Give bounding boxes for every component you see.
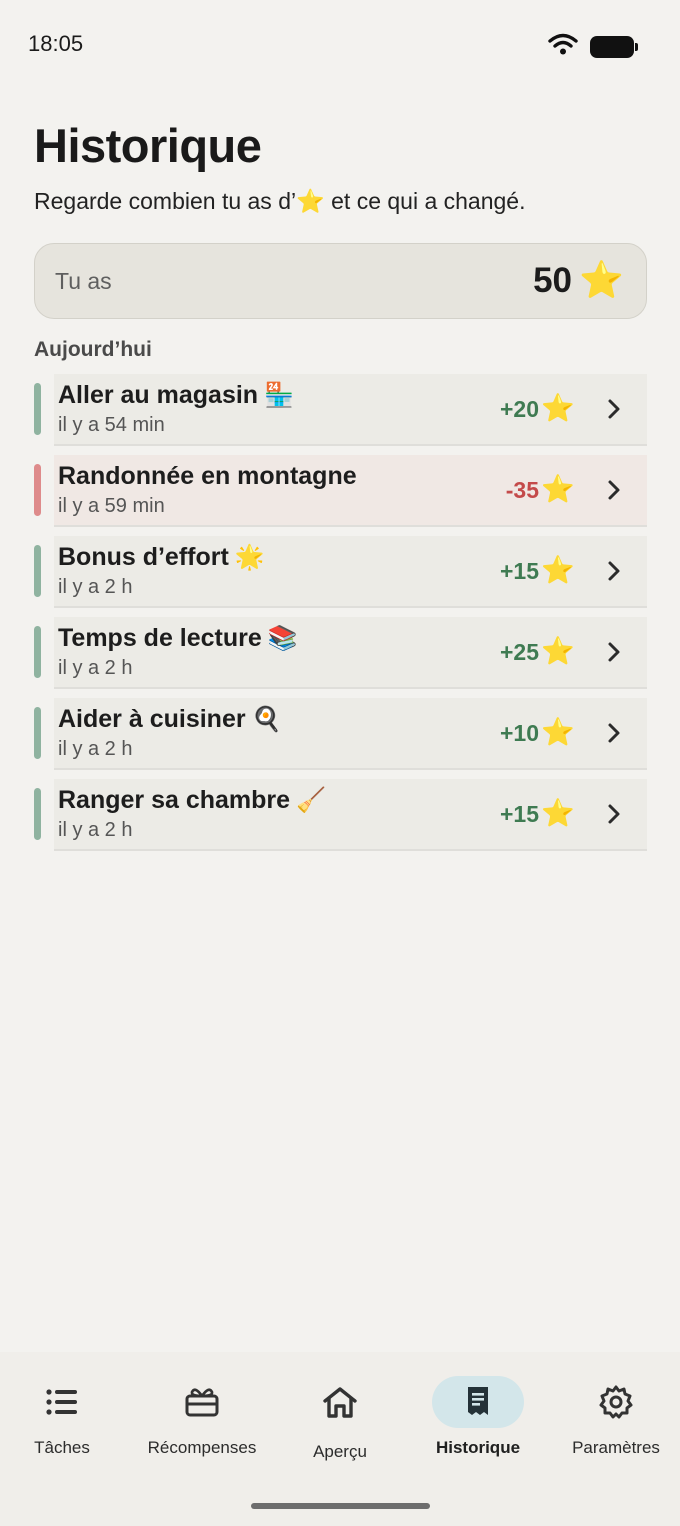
- history-row-card[interactable]: Randonnée en montagne il y a 59 min -35 …: [54, 455, 647, 527]
- history-row-emoji: 🌟: [234, 544, 265, 571]
- history-row-card[interactable]: Bonus d’effort 🌟 il y a 2 h +15 ⭐: [54, 536, 647, 608]
- history-row-time: il y a 2 h: [58, 576, 133, 598]
- history-row-amount: +15: [499, 801, 539, 827]
- star-icon: ⭐: [541, 393, 575, 423]
- chevron-right-icon: [608, 561, 620, 581]
- nav-item-recompenses[interactable]: Récompenses: [134, 1376, 270, 1476]
- history-row-emoji: 🍳: [251, 706, 282, 733]
- status-time: 18:05: [28, 31, 84, 56]
- chevron-right-icon: [608, 480, 620, 500]
- section-header-today: Aujourd’hui: [34, 338, 152, 361]
- star-icon: ⭐: [579, 259, 624, 300]
- history-row-title: Randonnée en montagne: [58, 462, 363, 491]
- nav-item-apercu[interactable]: Aperçu: [272, 1376, 408, 1476]
- history-row[interactable]: Ranger sa chambre 🧹 il y a 2 h +15 ⭐: [34, 779, 647, 860]
- row-accent-bar: [34, 545, 41, 597]
- nav-label: Aperçu: [313, 1442, 367, 1461]
- history-row-time: il y a 2 h: [58, 657, 133, 679]
- status-icons: [548, 33, 638, 60]
- history-row-title-text: Ranger sa chambre: [58, 786, 291, 814]
- history-row-title: Aller au magasin 🏪: [58, 381, 294, 410]
- history-row-time: il y a 2 h: [58, 738, 133, 760]
- history-row-card[interactable]: Aider à cuisiner 🍳 il y a 2 h +10 ⭐: [54, 698, 647, 770]
- history-row-emoji: 🏪: [264, 382, 294, 409]
- history-row-title: Bonus d’effort 🌟: [58, 543, 265, 572]
- history-list: Aller au magasin 🏪 il y a 54 min +20 ⭐ Ra…: [34, 374, 647, 860]
- chevron-right-icon: [608, 399, 620, 419]
- history-row-emoji: 📚: [267, 625, 298, 652]
- wifi-icon: [548, 33, 578, 60]
- history-row-card[interactable]: Temps de lecture 📚 il y a 2 h +25 ⭐: [54, 617, 647, 689]
- history-row-title-text: Aider à cuisiner: [58, 705, 246, 733]
- history-row-amount: -35: [505, 477, 539, 503]
- chevron-right-icon: [608, 642, 620, 662]
- history-row-title: Ranger sa chambre 🧹: [58, 786, 326, 815]
- gear-icon: [570, 1376, 662, 1428]
- row-accent-bar: [34, 626, 41, 678]
- home-icon: [294, 1376, 386, 1428]
- history-row-title-text: Aller au magasin: [58, 381, 259, 409]
- history-row-amount: +10: [499, 720, 539, 746]
- history-row[interactable]: Aider à cuisiner 🍳 il y a 2 h +10 ⭐: [34, 698, 647, 779]
- history-row-title: Temps de lecture 📚: [58, 624, 298, 653]
- history-row-amount: +15: [499, 558, 539, 584]
- history-row-time: il y a 2 h: [58, 819, 133, 841]
- nav-label: Paramètres: [572, 1438, 660, 1457]
- nav-item-parametres[interactable]: Paramètres: [548, 1376, 680, 1476]
- history-row-card[interactable]: Aller au magasin 🏪 il y a 54 min +20 ⭐: [54, 374, 647, 446]
- page-subtitle: Regarde combien tu as d’⭐ et ce qui a ch…: [34, 188, 526, 214]
- balance-value: 50: [533, 261, 572, 300]
- history-row-time: il y a 59 min: [58, 495, 165, 517]
- history-row-title-text: Randonnée en montagne: [58, 462, 357, 490]
- history-row[interactable]: Aller au magasin 🏪 il y a 54 min +20 ⭐: [34, 374, 647, 455]
- star-icon: ⭐: [541, 636, 575, 666]
- history-row[interactable]: Bonus d’effort 🌟 il y a 2 h +15 ⭐: [34, 536, 647, 617]
- history-row-title-text: Temps de lecture: [58, 624, 262, 652]
- star-icon: ⭐: [541, 555, 575, 585]
- row-accent-bar: [34, 707, 41, 759]
- history-row-title: Aider à cuisiner 🍳: [58, 705, 281, 734]
- nav-item-historique[interactable]: Historique: [410, 1376, 546, 1476]
- nav-item-taches[interactable]: Tâches: [0, 1376, 130, 1476]
- list-icon: [16, 1376, 108, 1428]
- page-title: Historique: [34, 119, 262, 172]
- row-accent-bar: [34, 464, 41, 516]
- balance-card: Tu as 50 ⭐: [34, 243, 647, 319]
- home-indicator[interactable]: [251, 1503, 430, 1509]
- history-row-card[interactable]: Ranger sa chambre 🧹 il y a 2 h +15 ⭐: [54, 779, 647, 851]
- balance-label: Tu as: [55, 268, 112, 294]
- row-accent-bar: [34, 383, 41, 435]
- history-row[interactable]: Temps de lecture 📚 il y a 2 h +25 ⭐: [34, 617, 647, 698]
- row-accent-bar: [34, 788, 41, 840]
- chevron-right-icon: [608, 804, 620, 824]
- history-row-emoji: 🧹: [296, 787, 326, 814]
- gift-icon: [156, 1376, 248, 1428]
- history-row-time: il y a 54 min: [58, 414, 165, 436]
- nav-label: Tâches: [34, 1438, 90, 1457]
- star-icon: ⭐: [541, 798, 575, 828]
- history-row[interactable]: Randonnée en montagne il y a 59 min -35 …: [34, 455, 647, 536]
- history-row-amount: +20: [499, 396, 539, 422]
- history-row-amount: +25: [499, 639, 539, 665]
- chevron-right-icon: [608, 723, 620, 743]
- bottom-nav: Tâches Récompenses Aperçu Historique Par…: [0, 1352, 680, 1526]
- history-row-title-text: Bonus d’effort: [58, 543, 229, 571]
- receipt-icon: [432, 1376, 524, 1428]
- star-icon: ⭐: [541, 717, 575, 747]
- nav-label: Récompenses: [147, 1438, 257, 1457]
- nav-label: Historique: [435, 1438, 521, 1457]
- star-icon: ⭐: [541, 474, 575, 504]
- battery-icon: [590, 35, 638, 58]
- status-bar: 18:05: [0, 0, 680, 88]
